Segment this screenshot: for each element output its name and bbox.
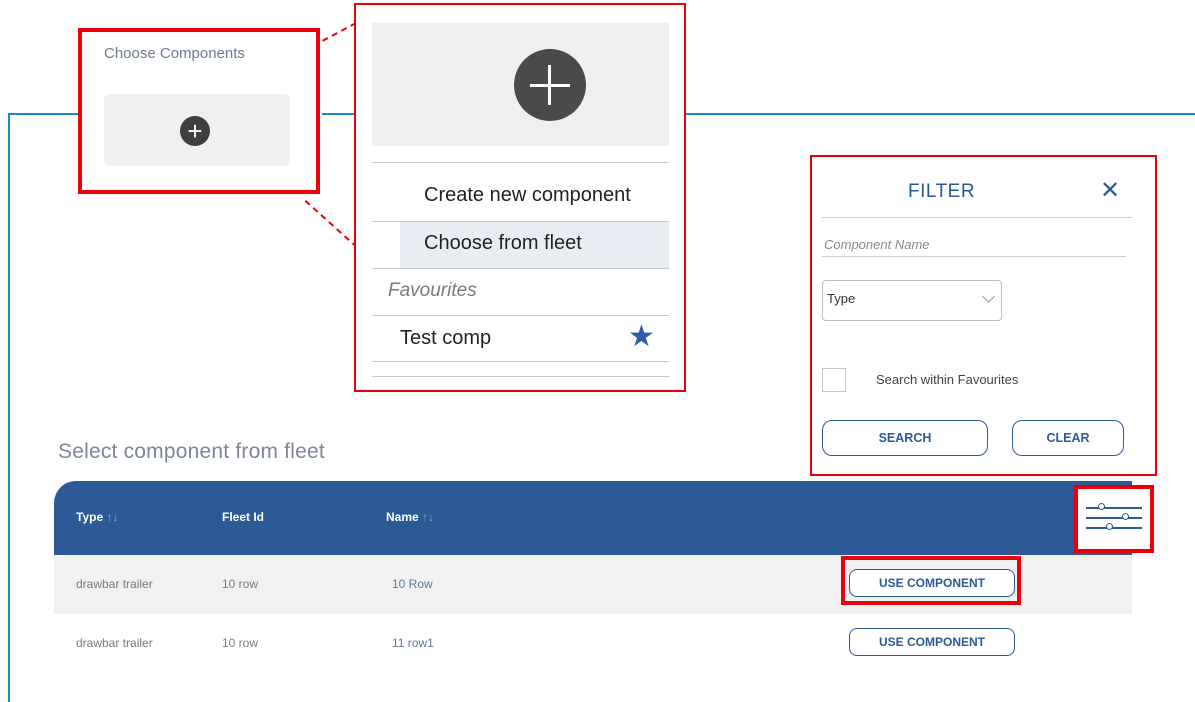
favourites-label: Favourites	[388, 280, 477, 301]
favourite-item-test-comp[interactable]: Test comp	[400, 327, 491, 350]
clear-button[interactable]: CLEAR	[1012, 420, 1124, 456]
cell-name: 11 row1	[392, 636, 434, 650]
plus-circle-icon[interactable]	[514, 49, 586, 121]
menu-item-create-new-component[interactable]: Create new component	[424, 184, 631, 207]
column-header-label: Name	[386, 510, 419, 524]
menu-divider	[372, 162, 669, 163]
filter-sliders-icon[interactable]	[1074, 485, 1154, 553]
cell-name: 10 Row	[392, 577, 433, 591]
cell-type: drawbar trailer	[76, 636, 153, 650]
use-component-highlight	[841, 556, 1021, 605]
component-name-input[interactable]	[822, 232, 1126, 257]
menu-divider	[372, 376, 669, 377]
column-header-type[interactable]: Type ↑↓	[76, 510, 118, 524]
menu-divider	[372, 361, 669, 362]
frame-line-top-left	[8, 113, 78, 115]
filter-divider	[822, 217, 1132, 218]
table-header	[54, 481, 1132, 555]
use-component-button[interactable]: USE COMPONENT	[849, 628, 1015, 656]
frame-line-top-middle	[322, 113, 356, 115]
star-icon[interactable]: ★	[628, 322, 655, 352]
close-icon[interactable]: ✕	[1100, 176, 1120, 205]
section-title: Select component from fleet	[58, 440, 325, 463]
sort-icon[interactable]: ↑↓	[422, 510, 434, 524]
type-select-value: Type	[827, 291, 856, 306]
menu-divider	[372, 315, 669, 316]
callout-connector-top	[322, 22, 357, 42]
column-header-fleet-id: Fleet Id	[222, 510, 264, 524]
cell-fleet-id: 10 row	[222, 636, 259, 650]
column-header-label: Fleet Id	[222, 510, 265, 524]
frame-line-left	[8, 113, 10, 702]
favourites-checkbox-label: Search within Favourites	[876, 372, 1019, 387]
search-button[interactable]: SEARCH	[822, 420, 988, 456]
choose-components-label: Choose Components	[104, 45, 245, 62]
cell-type: drawbar trailer	[76, 577, 153, 591]
cell-fleet-id: 10 row	[222, 577, 259, 591]
favourites-checkbox[interactable]	[822, 368, 846, 392]
menu-divider	[372, 268, 669, 269]
frame-line-top-right	[684, 113, 1195, 115]
column-header-name[interactable]: Name ↑↓	[386, 510, 434, 524]
filter-title: FILTER	[908, 181, 976, 202]
column-header-label: Type	[76, 510, 104, 524]
plus-circle-icon[interactable]: +	[180, 116, 210, 146]
sort-icon[interactable]: ↑↓	[106, 510, 118, 524]
menu-item-choose-from-fleet[interactable]: Choose from fleet	[424, 232, 582, 255]
